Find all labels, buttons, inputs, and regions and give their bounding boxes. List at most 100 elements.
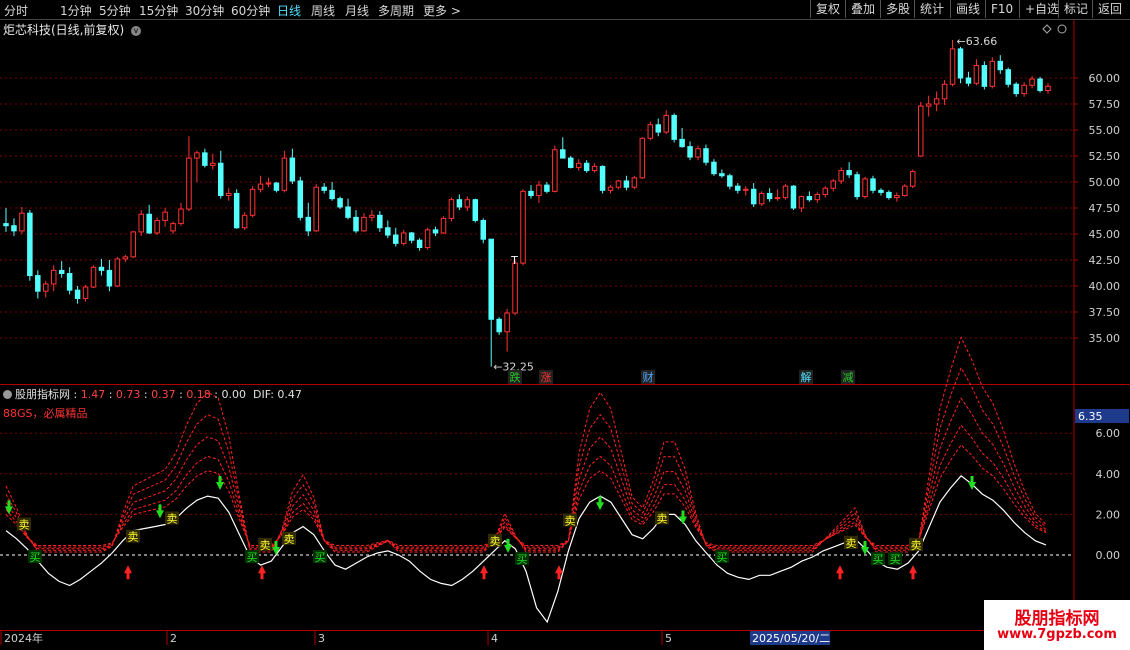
circle-icon[interactable]	[1057, 24, 1067, 34]
candle	[488, 238, 494, 367]
chart-canvas[interactable]: 卖卖卖卖卖卖卖 卖卖 卖买买买买买买买 60.0057.5055.0052.5050…	[0, 0, 1130, 650]
candle	[766, 188, 773, 202]
period-toolbar: 分时 1分钟 5分钟 15分钟 30分钟 60分钟 日线 周线 月线 多周期 更…	[0, 0, 1130, 20]
candle-t-marker: T	[510, 254, 518, 267]
panel-options-icons[interactable]	[1042, 24, 1067, 34]
tab-more[interactable]: 更多 >	[423, 2, 461, 19]
candle	[202, 148, 208, 168]
tab-fenshi[interactable]: 分时	[4, 2, 28, 19]
watermark-title: 股朋指标网	[1014, 609, 1100, 629]
candle-body	[655, 124, 661, 133]
sell-signal: 卖	[655, 511, 669, 525]
buy-signal-label: 买	[717, 551, 728, 564]
candle	[170, 221, 176, 234]
candle-body	[798, 196, 805, 209]
candle	[989, 57, 996, 89]
candle	[249, 186, 256, 218]
tab-30min[interactable]: 30分钟	[185, 2, 224, 19]
candle	[257, 175, 264, 193]
indicator-slogan: 88GS，必属精品	[3, 407, 88, 420]
tab-daily[interactable]: 日线	[277, 2, 301, 19]
diamond-icon[interactable]	[1042, 24, 1052, 34]
candle	[361, 213, 367, 232]
candle-body	[138, 213, 144, 233]
candle-body	[583, 162, 590, 172]
candle	[496, 317, 502, 335]
event-marker[interactable]: 减	[841, 370, 855, 384]
candle	[106, 260, 113, 292]
sell-signal: 卖	[563, 513, 577, 527]
f10-button[interactable]: F10	[985, 0, 1018, 18]
candle-body	[567, 157, 574, 168]
price-tick-label: 45.00	[1089, 228, 1121, 241]
tab-monthly[interactable]: 月线	[345, 2, 369, 19]
candle-body	[941, 83, 948, 100]
sell-signal-label: 卖	[490, 535, 501, 548]
sell-signal-label: 卖	[284, 533, 295, 546]
buy-signal-label: 买	[517, 553, 528, 566]
candle-body	[162, 211, 168, 221]
candle	[1005, 67, 1011, 88]
candle-body	[225, 192, 232, 197]
indicator-value-3: 0.37	[151, 388, 176, 401]
candle-body	[114, 258, 121, 287]
tab-15min[interactable]: 15分钟	[139, 2, 178, 19]
up-arrow-icon	[258, 565, 266, 580]
candle	[369, 210, 375, 222]
candle-body	[74, 289, 81, 299]
multi-stock-button[interactable]: 多股	[880, 0, 915, 18]
candle	[432, 226, 439, 237]
event-marker[interactable]: 解	[799, 370, 813, 384]
event-marker-label: 解	[801, 370, 812, 384]
stock-title-text: 炬芯科技(日线,前复权)	[3, 23, 125, 37]
price-tick-label: 47.50	[1089, 202, 1121, 215]
candle-body	[218, 162, 224, 197]
fuquan-button[interactable]: 复权	[810, 0, 845, 18]
candle	[58, 261, 65, 278]
event-marker[interactable]: 财	[641, 370, 655, 384]
candle-body	[50, 269, 57, 285]
candle-body	[249, 188, 256, 216]
candle-body	[742, 188, 749, 191]
overlay-button[interactable]: 叠加	[845, 0, 880, 18]
statistics-button[interactable]: 统计	[914, 0, 949, 18]
tab-1min[interactable]: 1分钟	[60, 2, 92, 19]
candle	[758, 191, 765, 206]
candle	[687, 141, 693, 161]
candle-body	[464, 199, 471, 208]
chevron-down-icon[interactable]	[3, 389, 12, 399]
candle-body	[241, 214, 248, 229]
back-button[interactable]: 返回	[1092, 0, 1127, 18]
price-tick-label: 57.50	[1089, 98, 1121, 111]
candle	[894, 192, 900, 202]
mark-button[interactable]: 标记	[1058, 0, 1093, 18]
candle	[552, 145, 558, 193]
buy-signal: 买	[313, 550, 327, 564]
buy-signal-label: 买	[890, 553, 901, 566]
candle	[981, 61, 988, 90]
candle-body	[321, 186, 327, 191]
tab-weekly[interactable]: 周线	[311, 2, 335, 19]
candle	[225, 188, 232, 201]
candle-body	[575, 162, 582, 168]
candle-body	[560, 149, 566, 159]
candle	[377, 211, 383, 232]
candle-body	[122, 256, 129, 260]
candle-body	[130, 231, 137, 258]
candle-body	[456, 199, 463, 208]
tab-60min[interactable]: 60分钟	[231, 2, 270, 19]
candle	[567, 156, 574, 169]
price-tick-label: 52.50	[1089, 150, 1121, 163]
event-marker[interactable]: 跌	[508, 370, 522, 384]
indicator-value-4: 0.18	[186, 388, 211, 401]
candle	[742, 186, 749, 196]
event-marker[interactable]: 涨	[539, 370, 553, 384]
candle-body	[313, 186, 319, 232]
stock-title[interactable]: 炬芯科技(日线,前复权) v	[3, 21, 142, 38]
chevron-down-icon[interactable]: v	[131, 25, 142, 36]
tab-multi-period[interactable]: 多周期	[378, 2, 414, 19]
candle-body	[1005, 69, 1011, 85]
draw-line-button[interactable]: 画线	[950, 0, 985, 18]
candle-body	[210, 162, 216, 166]
tab-5min[interactable]: 5分钟	[99, 2, 131, 19]
